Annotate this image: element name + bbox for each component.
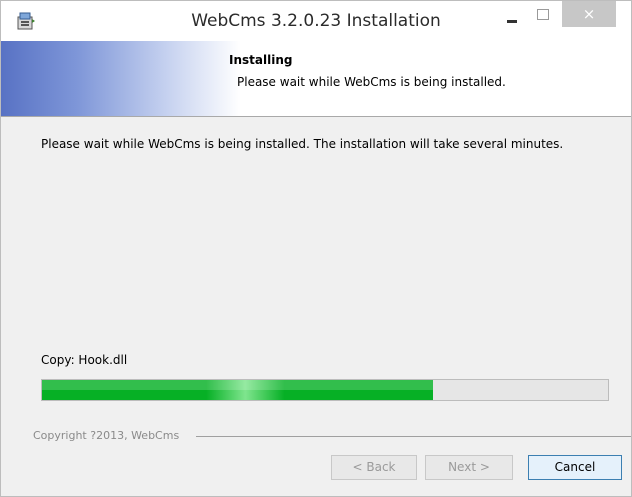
- install-description: Please wait while WebCms is being instal…: [41, 137, 564, 151]
- installer-window: WebCms 3.2.0.23 Installation × Installin…: [0, 0, 632, 497]
- installer-icon: [17, 12, 35, 30]
- cancel-button[interactable]: Cancel: [528, 455, 622, 480]
- close-glyph: ×: [582, 5, 596, 23]
- close-icon[interactable]: ×: [562, 1, 616, 27]
- title-bar[interactable]: WebCms 3.2.0.23 Installation ×: [1, 1, 631, 41]
- maximize-icon[interactable]: [529, 5, 555, 27]
- step-title: Installing: [229, 53, 293, 67]
- current-action-label: Copy: Hook.dll: [41, 353, 128, 367]
- minimize-icon[interactable]: [499, 9, 525, 29]
- progress-fill: [42, 380, 433, 400]
- footer-separator: [196, 436, 631, 437]
- next-button[interactable]: Next >: [425, 455, 513, 480]
- header-banner: Installing Please wait while WebCms is b…: [1, 41, 631, 117]
- progress-bar: [41, 379, 609, 401]
- back-button[interactable]: < Back: [331, 455, 417, 480]
- copyright-text: Copyright ?2013, WebCms: [33, 429, 186, 442]
- step-subtitle: Please wait while WebCms is being instal…: [237, 75, 506, 89]
